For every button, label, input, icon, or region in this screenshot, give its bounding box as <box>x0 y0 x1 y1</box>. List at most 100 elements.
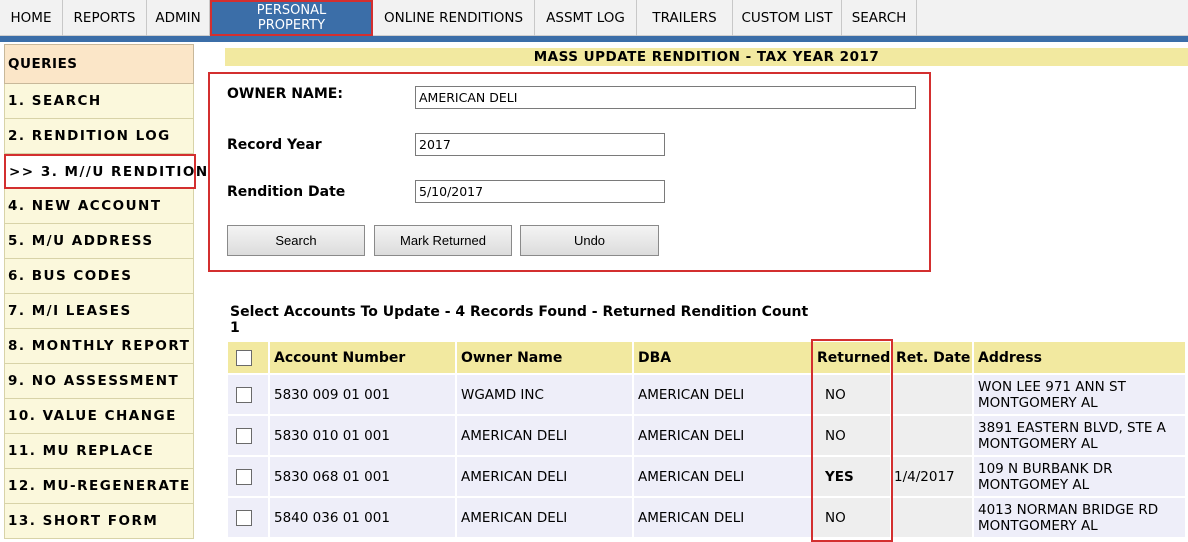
undo-button[interactable]: Undo <box>520 225 659 256</box>
row-checkbox[interactable] <box>236 386 252 403</box>
row-select-cell <box>228 375 268 414</box>
record-year-input[interactable]: 2017 <box>415 133 665 156</box>
tab-admin[interactable]: ADMIN <box>147 0 210 36</box>
address-line1: WON LEE 971 ANN ST <box>978 378 1126 395</box>
sidebar-item-bus-codes[interactable]: 6. BUS CODES <box>4 259 194 294</box>
tab-custom-list[interactable]: CUSTOM LIST <box>733 0 842 36</box>
tab-label-line2: PROPERTY <box>257 18 326 33</box>
tab-search[interactable]: SEARCH <box>842 0 917 36</box>
table-row: 5830 068 01 001 AMERICAN DELI AMERICAN D… <box>228 457 1185 496</box>
owner-name-input[interactable]: AMERICAN DELI <box>415 86 916 109</box>
record-year-label: Record Year <box>227 137 322 153</box>
sidebar-item-no-assessment[interactable]: 9. NO ASSESSMENT <box>4 364 194 399</box>
tab-label: ASSMT LOG <box>546 10 625 26</box>
row-select-cell <box>228 457 268 496</box>
account-number-cell: 5840 036 01 001 <box>270 498 455 537</box>
owner-name-cell: AMERICAN DELI <box>457 416 632 455</box>
row-checkbox[interactable] <box>236 468 252 485</box>
address-line2: MONTGOMERY AL <box>978 394 1098 411</box>
results-summary-line1: Select Accounts To Update - 4 Records Fo… <box>230 304 809 320</box>
address-line1: 109 N BURBANK DR <box>978 460 1113 477</box>
address-line1: 4013 NORMAN BRIDGE RD <box>978 501 1159 518</box>
rendition-date-label: Rendition Date <box>227 184 346 200</box>
sidebar-item-mu-rendition[interactable]: >> 3. M//U RENDITION <box>4 154 207 189</box>
tab-label: ADMIN <box>155 10 201 26</box>
account-number-cell: 5830 068 01 001 <box>270 457 455 496</box>
dba-cell: AMERICAN DELI <box>634 416 811 455</box>
returned-cell: NO <box>813 498 890 537</box>
tab-label: CUSTOM LIST <box>741 10 833 26</box>
header-ret-date[interactable]: Ret. Date <box>892 342 972 373</box>
address-line2: MONTGOMERY AL <box>978 517 1098 534</box>
dba-cell: AMERICAN DELI <box>634 498 811 537</box>
row-select-cell <box>228 498 268 537</box>
row-checkbox[interactable] <box>236 509 252 526</box>
table-row: 5840 036 01 001 AMERICAN DELI AMERICAN D… <box>228 498 1185 537</box>
address-line2: MONTGOMERY AL <box>978 435 1098 452</box>
header-address[interactable]: Address <box>974 342 1185 373</box>
select-all-checkbox[interactable] <box>236 349 252 366</box>
tab-label: TRAILERS <box>652 10 717 26</box>
header-account-number[interactable]: Account Number <box>270 342 455 373</box>
header-dba[interactable]: DBA <box>634 342 811 373</box>
tab-label: ONLINE RENDITIONS <box>383 10 524 26</box>
tab-label: HOME <box>10 10 52 26</box>
tab-personal-property[interactable]: PERSONAL PROPERTY <box>210 0 373 36</box>
mark-returned-button[interactable]: Mark Returned <box>374 225 512 256</box>
table-row: 5830 009 01 001 WGAMD INC AMERICAN DELI … <box>228 375 1185 414</box>
results-summary: Select Accounts To Update - 4 Records Fo… <box>230 304 830 336</box>
sidebar-item-rendition-log[interactable]: 2. RENDITION LOG <box>4 119 194 154</box>
address-cell: 4013 NORMAN BRIDGE RD MONTGOMERY AL <box>974 498 1185 537</box>
tab-reports[interactable]: REPORTS <box>63 0 147 36</box>
address-line1: 3891 EASTERN BLVD, STE A <box>978 419 1166 436</box>
header-returned[interactable]: Returned <box>813 342 890 373</box>
sidebar-item-monthly-report[interactable]: 8. MONTHLY REPORT <box>4 329 194 364</box>
address-cell: 109 N BURBANK DR MONTGOMEY AL <box>974 457 1185 496</box>
row-select-cell <box>228 416 268 455</box>
tab-label: REPORTS <box>73 10 136 26</box>
sidebar-header: QUERIES <box>4 44 194 84</box>
search-form: OWNER NAME: AMERICAN DELI Record Year 20… <box>208 72 931 272</box>
tab-label-line1: PERSONAL <box>256 3 327 18</box>
ret-date-cell: 1/4/2017 <box>892 457 972 496</box>
address-line2: MONTGOMEY AL <box>978 476 1090 493</box>
sidebar-item-mu-address[interactable]: 5. M/U ADDRESS <box>4 224 194 259</box>
sidebar-item-short-form[interactable]: 13. SHORT FORM <box>4 504 194 539</box>
tab-trailers[interactable]: TRAILERS <box>637 0 733 36</box>
search-button[interactable]: Search <box>227 225 365 256</box>
table-row: 5830 010 01 001 AMERICAN DELI AMERICAN D… <box>228 416 1185 455</box>
sidebar: QUERIES 1. SEARCH 2. RENDITION LOG >> 3.… <box>4 44 207 539</box>
select-all-cell <box>228 342 268 373</box>
sidebar-item-mu-regenerate[interactable]: 12. MU-REGENERATE <box>4 469 194 504</box>
tab-assmt-log[interactable]: ASSMT LOG <box>535 0 637 36</box>
ret-date-cell <box>892 375 972 414</box>
rendition-date-input[interactable]: 5/10/2017 <box>415 180 665 203</box>
ret-date-cell <box>892 416 972 455</box>
owner-name-cell: AMERICAN DELI <box>457 498 632 537</box>
returned-cell: NO <box>813 375 890 414</box>
header-owner-name[interactable]: Owner Name <box>457 342 632 373</box>
dba-cell: AMERICAN DELI <box>634 375 811 414</box>
nav-strip <box>0 36 1188 42</box>
app-root: HOME REPORTS ADMIN PERSONAL PROPERTY ONL… <box>0 0 1188 542</box>
sidebar-item-mu-replace[interactable]: 11. MU REPLACE <box>4 434 194 469</box>
returned-cell: YES <box>813 457 890 496</box>
ret-date-cell <box>892 498 972 537</box>
sidebar-item-value-change[interactable]: 10. VALUE CHANGE <box>4 399 194 434</box>
returned-cell: NO <box>813 416 890 455</box>
account-number-cell: 5830 010 01 001 <box>270 416 455 455</box>
tab-home[interactable]: HOME <box>0 0 63 36</box>
account-number-cell: 5830 009 01 001 <box>270 375 455 414</box>
results-count: 1 <box>230 320 240 336</box>
address-cell: 3891 EASTERN BLVD, STE A MONTGOMERY AL <box>974 416 1185 455</box>
tab-online-renditions[interactable]: ONLINE RENDITIONS <box>373 0 535 36</box>
page-title: MASS UPDATE RENDITION - TAX YEAR 2017 <box>225 48 1188 66</box>
tab-label: SEARCH <box>851 10 907 26</box>
top-nav: HOME REPORTS ADMIN PERSONAL PROPERTY ONL… <box>0 0 1188 36</box>
sidebar-item-mi-leases[interactable]: 7. M/I LEASES <box>4 294 194 329</box>
address-cell: WON LEE 971 ANN ST MONTGOMERY AL <box>974 375 1185 414</box>
row-checkbox[interactable] <box>236 427 252 444</box>
sidebar-item-search[interactable]: 1. SEARCH <box>4 84 194 119</box>
sidebar-item-new-account[interactable]: 4. NEW ACCOUNT <box>4 189 194 224</box>
table-header-row: Account Number Owner Name DBA Returned R… <box>228 342 1185 373</box>
